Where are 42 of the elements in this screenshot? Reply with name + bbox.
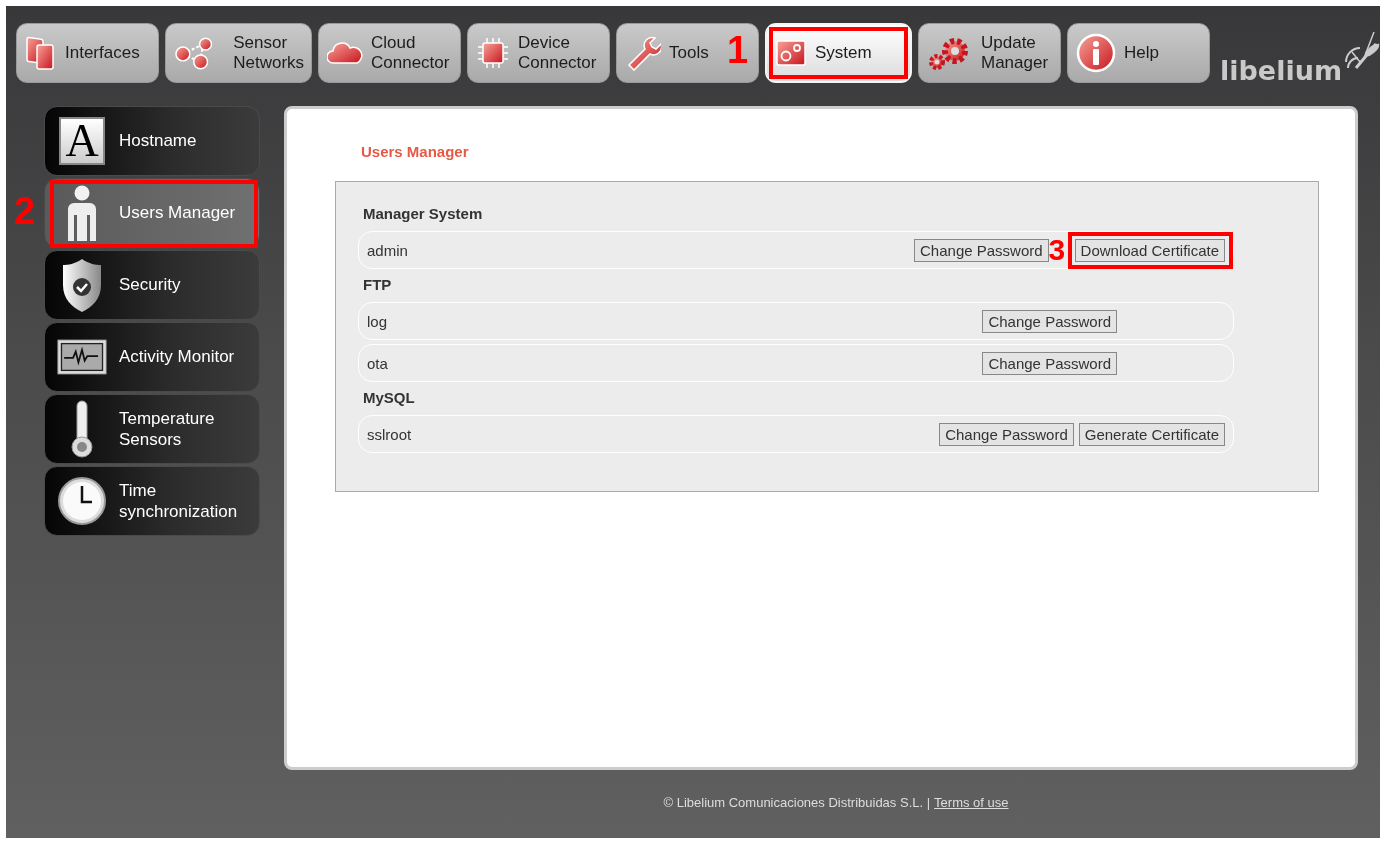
terms-link[interactable]: Terms of use <box>934 796 1009 809</box>
sidebar-item[interactable]: Activity Monitor <box>44 322 260 392</box>
chip-icon <box>476 36 510 70</box>
action-button[interactable]: Change Password <box>982 309 1117 333</box>
section-heading: Manager System <box>363 206 484 221</box>
letter-icon: A <box>59 117 105 165</box>
nav-tab[interactable]: Sensor Networks <box>165 23 312 83</box>
wrench-icon <box>625 35 661 71</box>
copyright-text: © Libelium Comunicaciones Distribuidas S.L. | <box>663 796 931 809</box>
nav-tab[interactable]: Help <box>1067 23 1210 83</box>
annotation-number: 1 <box>727 31 749 69</box>
page-title: Users Manager <box>361 143 470 161</box>
user-name: sslroot <box>367 425 412 443</box>
action-button[interactable]: Change Password <box>914 238 1049 262</box>
sidebar-item[interactable]: Time synchronization <box>44 466 260 536</box>
nav-tab[interactable]: Update Manager <box>918 23 1061 83</box>
action-button[interactable]: Change Password <box>982 351 1117 375</box>
action-button[interactable]: Generate Certificate <box>1078 422 1225 446</box>
cloud-icon <box>327 41 363 65</box>
sidebar-item[interactable]: Temperature Sensors <box>44 394 260 464</box>
info-icon <box>1076 33 1116 73</box>
sidebar-item[interactable]: A Hostname <box>44 106 260 176</box>
annotation-number: 3 <box>1048 234 1066 265</box>
shield-icon <box>60 257 104 313</box>
nav-tab[interactable]: Cloud Connector <box>318 23 461 83</box>
user-name: admin <box>367 241 408 259</box>
pages-icon <box>25 35 57 71</box>
sidebar-item[interactable]: Security <box>44 250 260 320</box>
brand-logo: libelium <box>1220 57 1342 84</box>
nav-tab[interactable]: Device Connector <box>467 23 610 83</box>
system-icon <box>775 39 807 67</box>
user-name: ota <box>367 354 388 372</box>
pulse-monitor-icon <box>57 337 107 377</box>
user-name: log <box>367 312 388 330</box>
action-button[interactable]: Download Certificate <box>1074 238 1225 262</box>
annotation-number: 2 <box>14 192 36 230</box>
clock-icon <box>57 476 107 526</box>
section-heading: FTP <box>363 277 393 292</box>
thermometer-icon <box>68 399 96 459</box>
action-button[interactable]: Change Password <box>939 422 1074 446</box>
section-heading: MySQL <box>363 390 416 405</box>
nav-tab[interactable]: Interfaces <box>16 23 159 83</box>
